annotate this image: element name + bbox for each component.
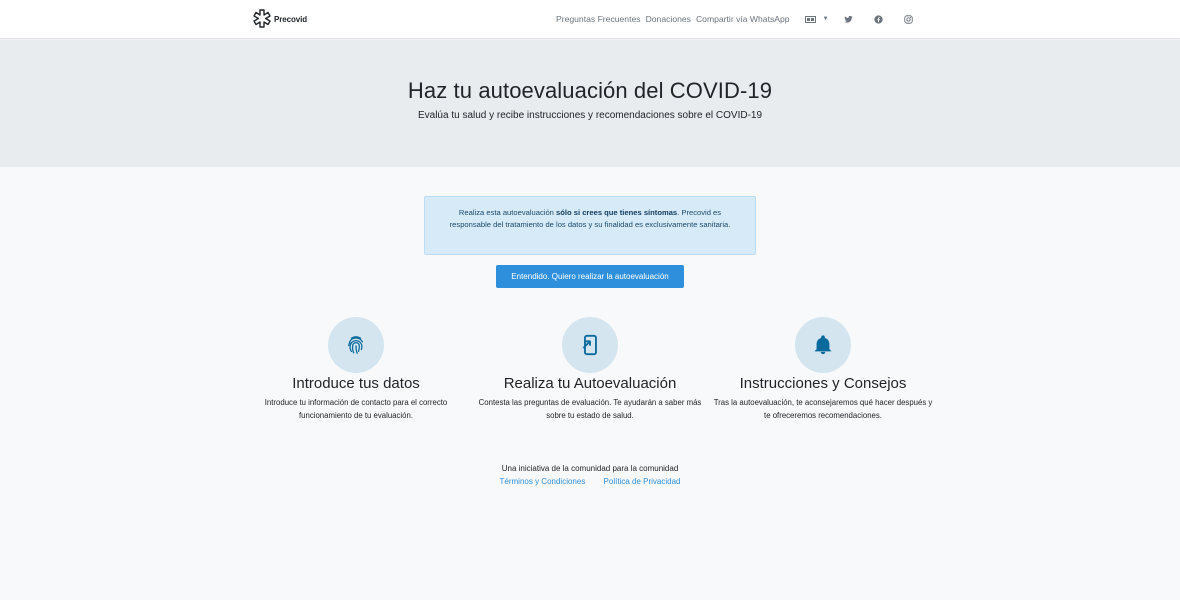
page-title: Haz tu autoevaluación del COVID-19 <box>407 78 773 103</box>
chevron-down-icon: ▼ <box>822 16 829 22</box>
instagram-icon[interactable] <box>903 14 913 24</box>
info-alert: Realiza esta autoevaluación sólo si cree… <box>424 196 756 255</box>
page-subtitle: Evalúa tu salud y recibe instrucciones y… <box>417 110 763 121</box>
footer-links: Términos y Condiciones Política de Priva… <box>0 477 1180 486</box>
feature-icon-circle <box>795 317 851 373</box>
alert-text-emphasis: sólo si crees que tienes síntomas <box>556 208 678 217</box>
footer: Una iniciativa de la comunidad para la c… <box>0 464 1180 486</box>
language-dropdown[interactable]: ▼ <box>804 15 829 23</box>
brand-name: Precovid <box>274 14 307 24</box>
footer-tagline: Una iniciativa de la comunidad para la c… <box>501 464 679 473</box>
nav-link-donations[interactable]: Donaciones <box>646 14 691 24</box>
feature-icon-circle <box>562 317 618 373</box>
feature-enter-data: Introduce tus datos Introduce tu informa… <box>236 317 476 422</box>
mobile-icon <box>581 334 597 356</box>
feature-title: Introduce tus datos <box>292 375 420 392</box>
feature-text: Contesta las preguntas de evaluación. Te… <box>478 398 702 420</box>
feature-text: Introduce tu información de contacto par… <box>264 398 448 420</box>
twitter-icon[interactable] <box>843 15 853 24</box>
social-links <box>843 14 934 24</box>
start-evaluation-button[interactable]: Entendido. Quiero realizar la autoevalua… <box>496 265 684 288</box>
hero-banner: Haz tu autoevaluación del COVID-19 Evalú… <box>0 40 1180 167</box>
feature-text: Tras la autoevaluación, te aconsejaremos… <box>713 398 933 420</box>
feature-title: Realiza tu Autoevaluación <box>503 375 677 392</box>
privacy-link[interactable]: Política de Privacidad <box>604 477 681 486</box>
feature-self-evaluation: Realiza tu Autoevaluación Contesta las p… <box>470 317 710 422</box>
flag-icon <box>804 15 816 23</box>
bell-icon <box>814 335 832 355</box>
precovid-logo-icon <box>253 9 271 28</box>
nav-links: Preguntas Frecuentes Donaciones Comparti… <box>556 14 934 24</box>
nav-link-whatsapp[interactable]: Compartir vía WhatsApp <box>696 14 790 24</box>
nav-link-faq[interactable]: Preguntas Frecuentes <box>556 14 641 24</box>
navbar: Precovid Preguntas Frecuentes Donaciones… <box>0 0 1180 39</box>
alert-text-prefix: Realiza esta autoevaluación <box>458 208 557 217</box>
brand-logo-link[interactable]: Precovid <box>252 9 307 29</box>
feature-icon-circle <box>328 317 384 373</box>
terms-link[interactable]: Términos y Condiciones <box>500 477 586 486</box>
fingerprint-icon <box>348 336 364 354</box>
feature-title: Instrucciones y Consejos <box>739 375 907 392</box>
facebook-icon[interactable] <box>873 14 883 24</box>
feature-instructions: Instrucciones y Consejos Tras la autoeva… <box>703 317 943 422</box>
